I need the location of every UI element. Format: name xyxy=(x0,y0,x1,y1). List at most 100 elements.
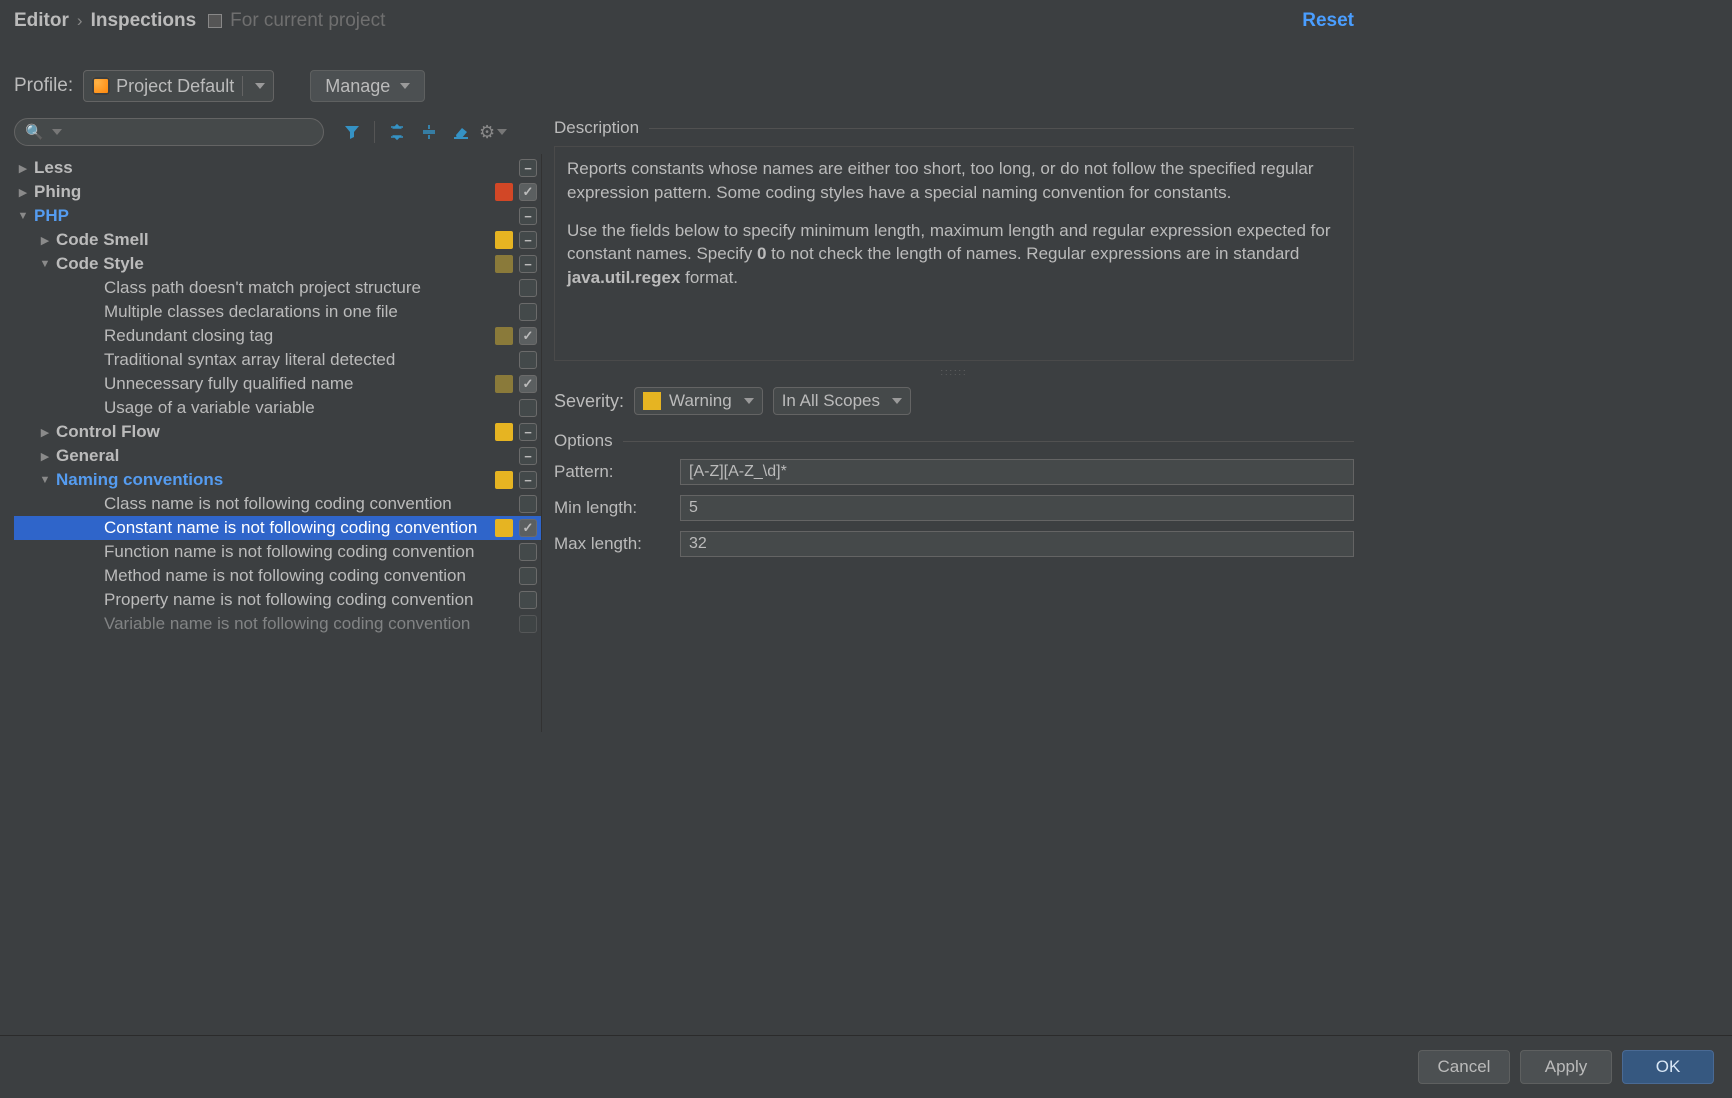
checkbox-indeterminate[interactable] xyxy=(519,423,537,441)
severity-swatch-warning xyxy=(495,519,513,537)
combo-divider xyxy=(242,76,243,96)
tree-leaf[interactable]: Class name is not following coding conve… xyxy=(14,492,541,516)
tree-leaf[interactable]: Redundant closing tag xyxy=(14,324,541,348)
expand-icon[interactable] xyxy=(38,450,52,463)
options-heading: Options xyxy=(554,431,1354,451)
search-input[interactable]: 🔍 xyxy=(14,118,324,146)
max-length-input[interactable] xyxy=(680,531,1354,557)
checkbox-checked[interactable] xyxy=(519,519,537,537)
checkbox-checked[interactable] xyxy=(519,375,537,393)
severity-label: Severity: xyxy=(554,391,624,412)
checkbox-indeterminate[interactable] xyxy=(519,471,537,489)
tree-node-naming[interactable]: Naming conventions xyxy=(14,468,541,492)
expand-icon[interactable] xyxy=(16,162,30,175)
severity-swatch-warning xyxy=(643,392,661,410)
tree-node-controlflow[interactable]: Control Flow xyxy=(14,420,541,444)
breadcrumb: Editor › Inspections For current project xyxy=(14,10,385,32)
tree-leaf[interactable]: Class path doesn't match project structu… xyxy=(14,276,541,300)
collapse-icon[interactable] xyxy=(16,210,30,222)
expand-icon[interactable] xyxy=(38,234,52,247)
description-box: Reports constants whose names are either… xyxy=(554,146,1354,361)
tree-leaf[interactable]: Usage of a variable variable xyxy=(14,396,541,420)
severity-swatch-weak-warning xyxy=(495,327,513,345)
resize-grip-icon[interactable]: :::::: xyxy=(554,361,1354,383)
search-icon: 🔍 xyxy=(25,123,44,141)
description-heading: Description xyxy=(554,118,1354,138)
severity-swatch-warning xyxy=(495,471,513,489)
checkbox[interactable] xyxy=(519,351,537,369)
expand-icon[interactable] xyxy=(16,186,30,199)
manage-label: Manage xyxy=(325,76,390,97)
tree-leaf[interactable]: Variable name is not following coding co… xyxy=(14,612,541,636)
collapse-icon[interactable] xyxy=(38,474,52,486)
apply-button[interactable]: Apply xyxy=(1520,1050,1612,1084)
scope-combo[interactable]: In All Scopes xyxy=(773,387,911,415)
checkbox[interactable] xyxy=(519,567,537,585)
chevron-down-icon xyxy=(892,398,902,404)
severity-swatch-warning xyxy=(495,231,513,249)
pattern-label: Pattern: xyxy=(554,462,664,482)
checkbox-checked[interactable] xyxy=(519,183,537,201)
eraser-icon[interactable] xyxy=(451,122,471,142)
expand-all-icon[interactable] xyxy=(387,122,407,142)
profile-value: Project Default xyxy=(116,76,234,97)
profile-gear-icon xyxy=(92,77,110,95)
checkbox[interactable] xyxy=(519,543,537,561)
tree-leaf[interactable]: Method name is not following coding conv… xyxy=(14,564,541,588)
checkbox-indeterminate[interactable] xyxy=(519,207,537,225)
max-length-label: Max length: xyxy=(554,534,664,554)
toolbar-separator xyxy=(374,121,375,143)
manage-button[interactable]: Manage xyxy=(310,70,425,102)
tree-leaf[interactable]: Property name is not following coding co… xyxy=(14,588,541,612)
profile-label: Profile: xyxy=(14,75,73,97)
min-length-label: Min length: xyxy=(554,498,664,518)
checkbox-indeterminate[interactable] xyxy=(519,159,537,177)
expand-icon[interactable] xyxy=(38,426,52,439)
checkbox-indeterminate[interactable] xyxy=(519,231,537,249)
crumb-inspections[interactable]: Inspections xyxy=(91,10,197,32)
checkbox-indeterminate[interactable] xyxy=(519,447,537,465)
tree-node-general[interactable]: General xyxy=(14,444,541,468)
collapse-icon[interactable] xyxy=(38,258,52,270)
inspections-tree[interactable]: Less Phing PHP Code Smell xyxy=(14,154,542,732)
checkbox[interactable] xyxy=(519,591,537,609)
tree-node-codesmell[interactable]: Code Smell xyxy=(14,228,541,252)
tree-node-php[interactable]: PHP xyxy=(14,204,541,228)
crumb-editor[interactable]: Editor xyxy=(14,10,69,32)
tree-leaf[interactable]: Function name is not following coding co… xyxy=(14,540,541,564)
chevron-down-icon xyxy=(400,83,410,89)
pattern-input[interactable] xyxy=(680,459,1354,485)
checkbox-checked[interactable] xyxy=(519,327,537,345)
checkbox[interactable] xyxy=(519,615,537,633)
tree-node-less[interactable]: Less xyxy=(14,156,541,180)
severity-swatch-weak-warning xyxy=(495,375,513,393)
checkbox[interactable] xyxy=(519,399,537,417)
chevron-down-icon xyxy=(744,398,754,404)
chevron-down-icon xyxy=(255,83,265,89)
tree-leaf[interactable]: Multiple classes declarations in one fil… xyxy=(14,300,541,324)
tree-leaf[interactable]: Unnecessary fully qualified name xyxy=(14,372,541,396)
reset-link[interactable]: Reset xyxy=(1302,10,1354,32)
tree-leaf-selected[interactable]: Constant name is not following coding co… xyxy=(14,516,541,540)
filter-icon[interactable] xyxy=(342,122,362,142)
tree-leaf[interactable]: Traditional syntax array literal detecte… xyxy=(14,348,541,372)
severity-combo[interactable]: Warning xyxy=(634,387,763,415)
checkbox-indeterminate[interactable] xyxy=(519,255,537,273)
cancel-button[interactable]: Cancel xyxy=(1418,1050,1510,1084)
tree-node-phing[interactable]: Phing xyxy=(14,180,541,204)
checkbox[interactable] xyxy=(519,279,537,297)
ok-button[interactable]: OK xyxy=(1622,1050,1714,1084)
collapse-all-icon[interactable] xyxy=(419,122,439,142)
gear-icon[interactable]: ⚙ xyxy=(483,122,503,142)
search-history-chevron-icon[interactable] xyxy=(52,129,62,135)
tree-node-codestyle[interactable]: Code Style xyxy=(14,252,541,276)
breadcrumb-separator-icon: › xyxy=(77,11,83,31)
project-scope-icon xyxy=(208,14,222,28)
checkbox[interactable] xyxy=(519,495,537,513)
crumb-scope: For current project xyxy=(230,10,385,32)
severity-value: Warning xyxy=(669,391,732,411)
profile-combo[interactable]: Project Default xyxy=(83,70,274,102)
min-length-input[interactable] xyxy=(680,495,1354,521)
checkbox[interactable] xyxy=(519,303,537,321)
severity-swatch-error xyxy=(495,183,513,201)
